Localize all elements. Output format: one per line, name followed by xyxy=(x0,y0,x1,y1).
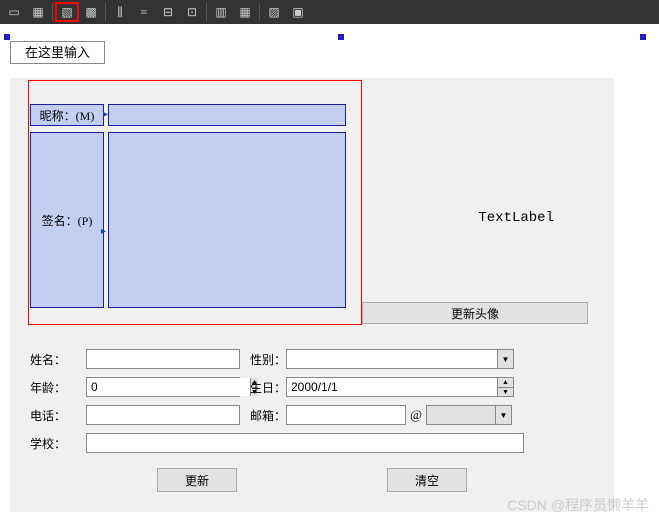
separator xyxy=(259,3,260,21)
toolbar: ▭ ▦ ▧ ▩ ⫼ ≡ ⊟ ⊡ ▥ ▦ ▨ ▣ xyxy=(0,0,659,24)
phone-label: 电话： xyxy=(30,407,86,424)
tool-icon[interactable]: ▣ xyxy=(286,2,310,22)
tool-hlayout-icon[interactable]: ⫼ xyxy=(108,2,132,22)
row-age-birthday: 年龄： ▲ ▼ 生日： ▲ ▼ xyxy=(30,376,594,398)
signature-label: 签名：(P) xyxy=(30,132,104,308)
update-avatar-button[interactable]: 更新头像 xyxy=(362,302,588,324)
tool-icon[interactable]: ▦ xyxy=(26,2,50,22)
school-label: 学校： xyxy=(30,435,86,452)
watermark: CSDN @程序员懒羊羊 xyxy=(507,495,649,515)
tool-break-layout-icon[interactable]: ▧ xyxy=(55,2,79,22)
tool-grid-icon[interactable]: ▦ xyxy=(233,2,257,22)
tool-form-icon[interactable]: ▥ xyxy=(209,2,233,22)
nickname-row: 昵称：(M) ▸ xyxy=(30,104,594,126)
name-input[interactable] xyxy=(86,349,240,369)
email-user-input[interactable] xyxy=(286,405,406,425)
chevron-down-icon[interactable]: ▼ xyxy=(495,406,511,424)
separator xyxy=(206,3,207,21)
spin-buttons: ▲ ▼ xyxy=(497,378,513,396)
gender-value xyxy=(287,350,497,368)
birthday-value[interactable] xyxy=(287,378,497,396)
tool-icon[interactable]: ▨ xyxy=(262,2,286,22)
name-label: 姓名： xyxy=(30,351,86,368)
email-label: 邮箱： xyxy=(240,407,286,424)
tool-vsplit-icon[interactable]: ⊡ xyxy=(180,2,204,22)
gender-combo[interactable]: ▼ xyxy=(286,349,514,369)
row-school: 学校： xyxy=(30,432,594,454)
selection-handle[interactable] xyxy=(4,34,10,40)
age-value[interactable] xyxy=(87,378,250,396)
nickname-label: 昵称：(M) xyxy=(30,104,104,126)
spin-up-icon[interactable]: ▲ xyxy=(498,378,513,388)
row-phone-email: 电话： 邮箱： @ ▼ xyxy=(30,404,594,426)
birthday-label: 生日： xyxy=(240,379,286,396)
tool-icon[interactable]: ▭ xyxy=(2,2,26,22)
clear-button[interactable]: 清空 xyxy=(387,468,467,492)
tool-icon[interactable]: ▩ xyxy=(79,2,103,22)
separator xyxy=(52,3,53,21)
spacer-icon: ▸ xyxy=(101,226,106,237)
email-domain-value xyxy=(427,406,495,424)
tool-hsplit-icon[interactable]: ⊟ xyxy=(156,2,180,22)
separator xyxy=(105,3,106,21)
tool-vlayout-icon[interactable]: ≡ xyxy=(132,2,156,22)
email-domain-combo[interactable]: ▼ xyxy=(426,405,512,425)
chevron-down-icon[interactable]: ▼ xyxy=(497,350,513,368)
spin-down-icon[interactable]: ▼ xyxy=(498,388,513,397)
design-canvas: 在这里输入 昵称：(M) ▸ 签名：(P) ▸ TextLabel 更新头像 姓… xyxy=(0,24,659,515)
row-name-gender: 姓名： 性别： ▼ xyxy=(30,348,594,370)
at-sign: @ xyxy=(406,407,426,423)
age-label: 年龄： xyxy=(30,379,86,396)
tab-input-here[interactable]: 在这里输入 xyxy=(10,41,105,64)
selection-handle[interactable] xyxy=(640,34,646,40)
update-button[interactable]: 更新 xyxy=(157,468,237,492)
school-input[interactable] xyxy=(86,433,524,453)
form-panel: 昵称：(M) ▸ 签名：(P) ▸ TextLabel 更新头像 姓名： 性别：… xyxy=(10,78,614,512)
selection-handle[interactable] xyxy=(338,34,344,40)
birthday-dateedit[interactable]: ▲ ▼ xyxy=(286,377,514,397)
age-spinbox[interactable]: ▲ ▼ xyxy=(86,377,240,397)
button-row: 更新 清空 xyxy=(30,468,594,492)
text-label: TextLabel xyxy=(478,210,554,226)
nickname-input[interactable] xyxy=(108,104,346,126)
gender-label: 性别： xyxy=(240,351,286,368)
tab-strip: 在这里输入 xyxy=(10,42,105,61)
signature-input[interactable] xyxy=(108,132,346,308)
phone-input[interactable] xyxy=(86,405,240,425)
